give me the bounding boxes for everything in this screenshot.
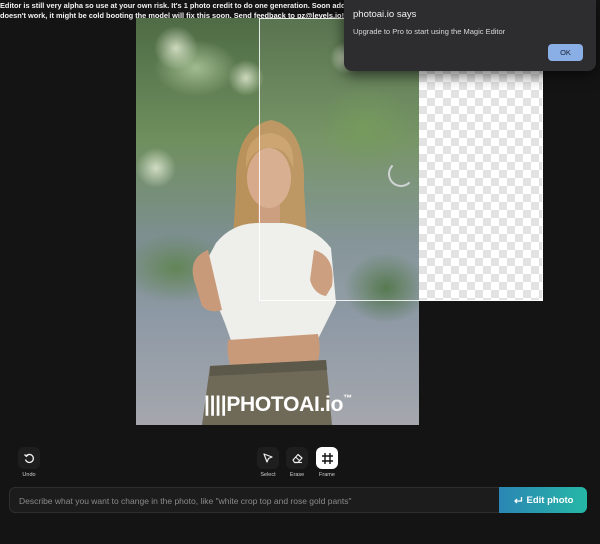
crop-frame-icon [321, 452, 333, 464]
erase-label: Erase [289, 472, 305, 478]
edit-photo-label: Edit photo [526, 494, 574, 506]
describe-change-input[interactable] [17, 488, 501, 514]
edit-photo-button[interactable]: Edit photo [499, 487, 587, 513]
alert-dialog: photoai.io says Upgrade to Pro to start … [344, 0, 596, 71]
undo-button[interactable] [18, 447, 40, 469]
watermark-tm: ™ [343, 393, 352, 403]
return-arrow-icon [513, 496, 522, 503]
erase-tool-button[interactable] [286, 447, 308, 469]
eraser-icon [291, 453, 303, 464]
dialog-title: photoai.io says [353, 9, 417, 20]
undo-label: Undo [22, 472, 36, 478]
watermark-suffix: AI.io [299, 393, 344, 416]
photoai-watermark: ||||PHOTOAI.io™ [204, 393, 352, 417]
frame-tool-button[interactable] [316, 447, 338, 469]
select-label: Select [260, 472, 276, 478]
dialog-ok-button[interactable]: OK [548, 44, 583, 61]
frame-label: Frame [319, 472, 335, 478]
loading-spinner-icon [388, 161, 414, 187]
dialog-message: Upgrade to Pro to start using the Magic … [353, 27, 506, 36]
undo-icon [24, 453, 34, 464]
watermark-brand: PHOTO [226, 393, 300, 416]
select-tool-button[interactable] [257, 447, 279, 469]
watermark-bars-icon: |||| [204, 393, 227, 416]
cursor-arrow-icon [263, 453, 273, 463]
